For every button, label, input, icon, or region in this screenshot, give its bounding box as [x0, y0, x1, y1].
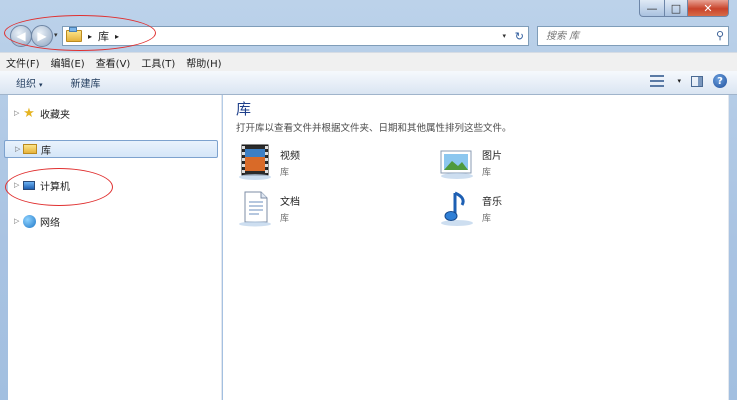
documents-library-icon [236, 189, 274, 227]
address-history-dropdown[interactable]: ▾ [502, 32, 506, 40]
library-icon [23, 143, 37, 156]
content-pane: 库 打开库以查看文件并根据文件夹、日期和其他属性排列这些文件。 视频 库 图片 … [223, 95, 729, 400]
library-name: 音乐 [482, 197, 502, 208]
library-name: 文档 [280, 197, 300, 208]
music-library-icon [438, 189, 476, 227]
window-caption-buttons: — □ ✕ [639, 0, 729, 17]
page-subtitle: 打开库以查看文件并根据文件夹、日期和其他属性排列这些文件。 [236, 123, 512, 134]
annotation-ellipse-computer [5, 168, 113, 206]
menu-bar: 文件(F) 编辑(E) 查看(V) 工具(T) 帮助(H) [0, 52, 737, 71]
annotation-ellipse-address [4, 15, 156, 51]
nav-item-label: 网络 [40, 217, 60, 229]
expand-arrow-icon[interactable]: ▷ [15, 145, 23, 153]
expand-arrow-icon[interactable]: ▷ [14, 217, 22, 225]
toolbar-right: ▾ ? [650, 74, 727, 88]
help-icon[interactable]: ? [713, 74, 727, 88]
maximize-button[interactable]: □ [665, 0, 688, 17]
star-icon: ★ [23, 105, 35, 121]
menu-help[interactable]: 帮助(H) [180, 55, 226, 70]
network-icon [22, 214, 36, 228]
search-box[interactable]: ⚲ [537, 26, 729, 46]
close-button[interactable]: ✕ [688, 0, 729, 17]
nav-item-libraries[interactable]: ▷ 库 [4, 140, 218, 158]
refresh-icon[interactable]: ↻ [515, 30, 524, 43]
search-input[interactable] [544, 29, 708, 43]
library-tile-music[interactable]: 音乐 库 [438, 189, 618, 229]
menu-view[interactable]: 查看(V) [90, 55, 136, 70]
nav-item-network[interactable]: ▷ 网络 [14, 213, 60, 229]
menu-edit[interactable]: 编辑(E) [45, 55, 90, 70]
library-type: 库 [482, 168, 492, 178]
command-bar: 组织 ▾ 新建库 ▾ ? [0, 71, 737, 95]
nav-item-favorites[interactable]: ▷ ★ 收藏夹 [14, 105, 70, 121]
preview-pane-icon[interactable] [691, 75, 703, 87]
menu-tools[interactable]: 工具(T) [135, 55, 180, 70]
search-icon[interactable]: ⚲ [716, 29, 724, 42]
library-name: 图片 [482, 151, 502, 162]
library-tile-pictures[interactable]: 图片 库 [438, 143, 618, 183]
content-right-edge [728, 95, 729, 400]
menu-file[interactable]: 文件(F) [0, 55, 45, 70]
video-library-icon [236, 143, 274, 181]
pictures-library-icon [438, 143, 476, 181]
minimize-button[interactable]: — [639, 0, 665, 17]
nav-item-label: 库 [41, 145, 51, 157]
library-type: 库 [280, 214, 290, 224]
new-library-button[interactable]: 新建库 [55, 75, 113, 90]
change-view-icon[interactable] [650, 75, 665, 87]
navigation-pane: ▷ ★ 收藏夹 ▷ 库 ▷ 计算机 ▷ 网络 [4, 95, 222, 400]
view-options-dropdown[interactable]: ▾ [677, 77, 681, 85]
expand-arrow-icon[interactable]: ▷ [14, 109, 22, 117]
library-tile-documents[interactable]: 文档 库 [236, 189, 416, 229]
page-title: 库 [236, 100, 252, 118]
chevron-down-icon: ▾ [39, 81, 43, 89]
nav-item-label: 收藏夹 [40, 109, 70, 121]
library-type: 库 [280, 168, 290, 178]
library-type: 库 [482, 214, 492, 224]
organize-button[interactable]: 组织 ▾ [0, 75, 55, 90]
organize-label: 组织 [16, 79, 36, 90]
library-name: 视频 [280, 151, 300, 162]
library-tile-videos[interactable]: 视频 库 [236, 143, 416, 183]
